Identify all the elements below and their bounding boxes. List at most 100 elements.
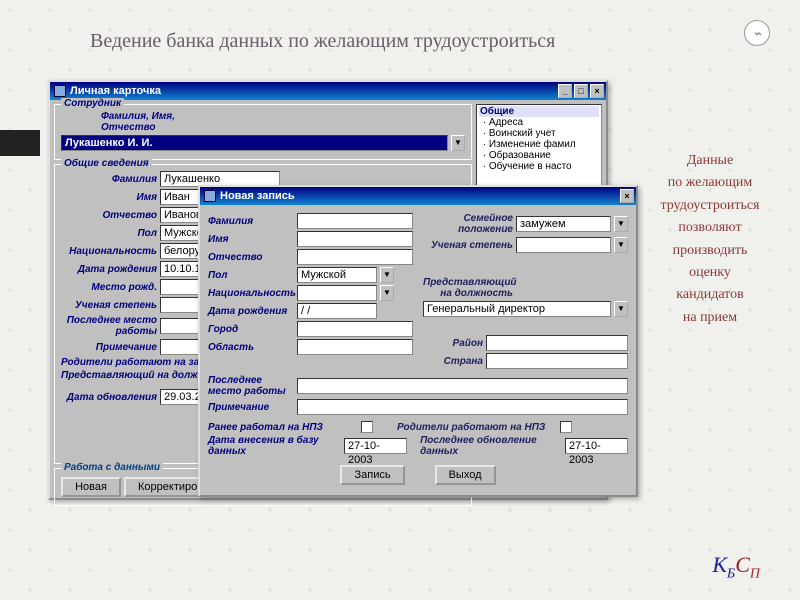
footer-logo: КБСП <box>712 552 760 582</box>
tree-item[interactable]: · Адреса <box>479 117 599 128</box>
chevron-down-icon[interactable]: ▼ <box>380 267 394 283</box>
category-tree[interactable]: Общие · Адреса · Воинский учет · Изменен… <box>476 104 602 190</box>
tree-item[interactable]: · Воинский учет <box>479 128 599 139</box>
dob-input[interactable]: / / <box>297 303 377 319</box>
label-position: Представляющий на должность <box>423 277 513 299</box>
label-nationality: Национальность <box>61 246 157 257</box>
titlebar-title: Новая запись <box>220 190 295 202</box>
dropdown-button-icon[interactable]: ▼ <box>451 135 465 151</box>
label-region: Область <box>208 342 294 353</box>
label-fio: Фамилия, Имя, Отчество <box>61 111 201 133</box>
label-marital: Семейное положение <box>423 213 513 235</box>
chevron-down-icon[interactable]: ▼ <box>380 285 394 301</box>
group-title-work: Работа с данными <box>61 462 163 473</box>
surname-input[interactable] <box>297 213 413 229</box>
side-line: трудоустроиться <box>650 195 770 217</box>
label-country: Страна <box>423 356 483 367</box>
minimize-button[interactable]: _ <box>558 84 572 98</box>
label-entered: Дата внесения в базу данных <box>208 435 341 457</box>
slide-title: Ведение банка данных по желающим трудоус… <box>90 30 555 53</box>
chevron-down-icon[interactable]: ▼ <box>614 237 628 253</box>
parents-npz-checkbox[interactable] <box>560 421 572 433</box>
side-line: по желающим <box>650 172 770 194</box>
label-sex: Пол <box>61 228 157 239</box>
label-updated: Последнее обновление данных <box>420 435 562 457</box>
tree-root[interactable]: Общие <box>479 106 599 117</box>
close-button[interactable]: × <box>620 189 634 203</box>
label-prev-npz: Ранее работал на НПЗ <box>208 422 358 433</box>
side-line: оценку <box>650 262 770 284</box>
position-input[interactable]: Генеральный директор <box>423 301 611 317</box>
note-input[interactable] <box>297 399 628 415</box>
label-surname: Фамилия <box>61 174 157 185</box>
label-degree: Ученая степень <box>61 300 157 311</box>
window-new-record[interactable]: Новая запись × Фамилия Имя Отчество ПолМ… <box>198 185 638 497</box>
side-line: кандидатов <box>650 284 770 306</box>
label-city: Город <box>208 324 294 335</box>
group-employee: Сотрудник Фамилия, Имя, Отчество Лукашен… <box>54 104 472 160</box>
side-line: позволяют <box>650 217 770 239</box>
tree-item-label: Воинский учет <box>489 128 556 139</box>
new-button[interactable]: Новая <box>61 477 121 497</box>
prev-npz-checkbox[interactable] <box>361 421 373 433</box>
label-dob: Дата рождения <box>208 306 294 317</box>
label-updated: Дата обновления <box>61 392 157 403</box>
maximize-button[interactable]: □ <box>574 84 588 98</box>
titlebar-new[interactable]: Новая запись × <box>200 187 636 205</box>
updated-input[interactable]: 27-10-2003 <box>565 438 628 454</box>
save-button[interactable]: Запись <box>340 465 404 485</box>
label-patronymic: Отчество <box>61 210 157 221</box>
degree-input[interactable] <box>516 237 611 253</box>
marital-input[interactable]: замужем <box>516 216 611 232</box>
side-line: на прием <box>650 307 770 329</box>
tree-item-label: Обучение в насто <box>489 161 572 172</box>
logo-p: П <box>750 566 760 581</box>
app-icon <box>204 190 216 202</box>
label-lastjob: Последнее место работы <box>61 315 157 337</box>
chevron-down-icon[interactable]: ▼ <box>614 301 628 317</box>
group-title-employee: Сотрудник <box>61 98 124 109</box>
tree-item[interactable]: · Образование <box>479 150 599 161</box>
label-parents-npz: Родители работают на НПЗ <box>397 422 557 433</box>
logo-s: С <box>735 552 750 577</box>
side-caption: Данные по желающим трудоустроиться позво… <box>650 150 770 329</box>
tree-item-label: Изменение фамил <box>489 139 576 150</box>
lastjob-input[interactable] <box>297 378 628 394</box>
label-sex: Пол <box>208 270 294 281</box>
label-name: Имя <box>208 234 294 245</box>
label-nationality: Национальность <box>208 288 294 299</box>
chevron-down-icon[interactable]: ▼ <box>614 216 628 232</box>
city-input[interactable] <box>297 321 413 337</box>
exit-button[interactable]: Выход <box>435 465 496 485</box>
name-input[interactable] <box>297 231 413 247</box>
district-input[interactable] <box>486 335 628 351</box>
tree-item[interactable]: · Обучение в насто <box>479 161 599 172</box>
logo-k: К <box>712 552 727 577</box>
titlebar-card[interactable]: Личная карточка _ □ × <box>50 82 606 100</box>
tree-item-label: Адреса <box>489 117 523 128</box>
sex-input[interactable]: Мужской <box>297 267 377 283</box>
titlebar-title: Личная карточка <box>70 85 161 97</box>
label-name: Имя <box>61 192 157 203</box>
close-button[interactable]: × <box>590 84 604 98</box>
label-note: Примечание <box>208 402 294 413</box>
entered-input[interactable]: 27-10-2003 <box>344 438 407 454</box>
tree-item-label: Образование <box>489 150 551 161</box>
fio-field[interactable]: Лукашенко И. И. <box>61 135 448 151</box>
country-input[interactable] <box>486 353 628 369</box>
app-icon <box>54 85 66 97</box>
group-title-general: Общие сведения <box>61 158 152 169</box>
corner-ornament: ⌁ <box>744 20 770 46</box>
label-degree: Ученая степень <box>423 240 513 251</box>
nationality-input[interactable] <box>297 285 377 301</box>
tree-item[interactable]: · Изменение фамил <box>479 139 599 150</box>
label-pob: Место рожд. <box>61 282 157 293</box>
decor-bar <box>0 130 40 156</box>
logo-b: Б <box>727 566 735 581</box>
side-line: производить <box>650 240 770 262</box>
label-surname: Фамилия <box>208 216 294 227</box>
region-input[interactable] <box>297 339 413 355</box>
label-lastjob: Последнее место работы <box>208 375 294 397</box>
side-line: Данные <box>650 150 770 172</box>
patronymic-input[interactable] <box>297 249 413 265</box>
